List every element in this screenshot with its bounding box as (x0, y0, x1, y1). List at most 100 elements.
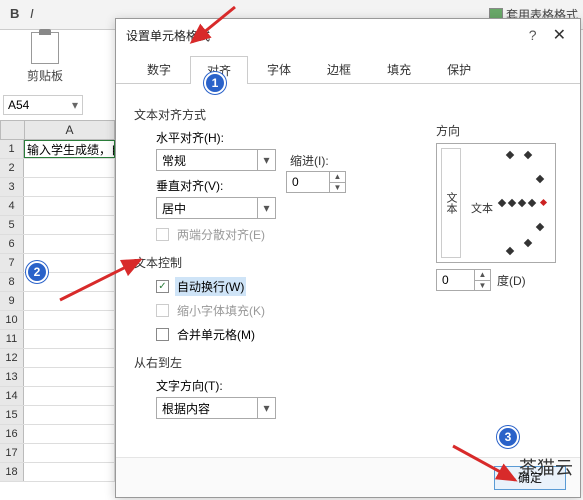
cell[interactable] (24, 425, 115, 443)
italic-icon[interactable]: I (30, 6, 34, 21)
name-box-input[interactable] (4, 98, 59, 112)
clipboard-group: 剪贴板 (5, 32, 85, 84)
merge-cells-checkbox[interactable]: 合并单元格(M) (156, 325, 562, 344)
orientation-arc[interactable]: 文本 (469, 152, 547, 254)
cell[interactable] (24, 349, 115, 367)
table-row: 4 (0, 197, 115, 216)
valign-label: 垂直对齐(V): (156, 179, 223, 193)
select-all-corner[interactable] (1, 121, 25, 139)
arc-center-label: 文本 (471, 200, 493, 216)
cell[interactable]: 输入学生成绩，自动 (24, 140, 115, 158)
table-row: 16 (0, 425, 115, 444)
section-text-alignment: 文本对齐方式 (134, 106, 562, 123)
row-header[interactable]: 8 (0, 273, 24, 291)
halign-label: 水平对齐(H): (156, 131, 224, 145)
degree-input[interactable] (437, 273, 477, 287)
chevron-down-icon[interactable]: ▾ (257, 398, 275, 418)
indent-input[interactable] (287, 175, 327, 189)
wrap-text-label: 自动换行(W) (175, 277, 246, 296)
cell[interactable] (24, 406, 115, 424)
chevron-down-icon[interactable]: ▾ (68, 98, 82, 112)
close-icon[interactable]: ✕ (549, 25, 570, 45)
clipboard-icon[interactable] (31, 32, 59, 64)
orientation-control[interactable]: 文本 文本 (436, 143, 556, 263)
help-icon[interactable]: ? (529, 27, 537, 43)
orientation-title: 方向 (436, 122, 564, 139)
valign-select[interactable]: 居中 ▾ (156, 197, 276, 219)
table-row: 13 (0, 368, 115, 387)
row-header[interactable]: 7 (0, 254, 24, 272)
table-row: 6 (0, 235, 115, 254)
table-row: 11 (0, 330, 115, 349)
row-header[interactable]: 3 (0, 178, 24, 196)
row-header[interactable]: 14 (0, 387, 24, 405)
tab-0[interactable]: 数字 (130, 55, 188, 83)
dialog-titlebar: 设置单元格格式 ? ✕ (116, 19, 580, 51)
textdir-select[interactable]: 根据内容 ▾ (156, 397, 276, 419)
dialog-title-text: 设置单元格格式 (126, 27, 529, 44)
halign-select[interactable]: 常规 ▾ (156, 149, 276, 171)
degree-spinner[interactable]: ▲ ▼ (436, 269, 491, 291)
dialog-body: 文本对齐方式 水平对齐(H): 常规 ▾ 缩进(I): 垂直对齐(V): 居中 … (116, 84, 580, 457)
table-row: 2 (0, 159, 115, 178)
row-header[interactable]: 15 (0, 406, 24, 424)
row-header[interactable]: 16 (0, 425, 24, 443)
cell[interactable] (24, 178, 115, 196)
table-row: 1输入学生成绩，自动 (0, 140, 115, 159)
spin-up-icon[interactable]: ▲ (329, 172, 345, 183)
row-header[interactable]: 5 (0, 216, 24, 234)
justify-distributed-label: 两端分散对齐(E) (175, 225, 267, 244)
table-row: 7 (0, 254, 115, 273)
table-row: 10 (0, 311, 115, 330)
indent-spinner[interactable]: ▲ ▼ (286, 171, 346, 193)
row-header[interactable]: 18 (0, 463, 24, 481)
bold-icon[interactable]: B (10, 6, 19, 21)
row-header[interactable]: 11 (0, 330, 24, 348)
cell[interactable] (24, 463, 115, 481)
halign-value: 常规 (162, 152, 186, 169)
row-header[interactable]: 13 (0, 368, 24, 386)
section-rtl: 从右到左 (134, 354, 562, 371)
cell[interactable] (24, 311, 115, 329)
table-row: 9 (0, 292, 115, 311)
vertical-text-button[interactable]: 文本 (441, 148, 461, 258)
column-header-a[interactable]: A (25, 121, 114, 139)
table-row: 5 (0, 216, 115, 235)
row-header[interactable]: 2 (0, 159, 24, 177)
cell[interactable] (24, 292, 115, 310)
spin-down-icon[interactable]: ▼ (474, 281, 490, 291)
table-row: 8 (0, 273, 115, 292)
checkbox-box (156, 304, 169, 317)
tab-2[interactable]: 字体 (250, 55, 308, 83)
row-header[interactable]: 9 (0, 292, 24, 310)
row-header[interactable]: 12 (0, 349, 24, 367)
row-header[interactable]: 10 (0, 311, 24, 329)
chevron-down-icon[interactable]: ▾ (257, 150, 275, 170)
cell[interactable] (24, 159, 115, 177)
cell[interactable] (24, 444, 115, 462)
textdir-value: 根据内容 (162, 400, 210, 417)
checkbox-box (156, 228, 169, 241)
cell[interactable] (24, 330, 115, 348)
name-box[interactable]: ▾ (3, 95, 83, 115)
table-row: 15 (0, 406, 115, 425)
cell[interactable] (24, 387, 115, 405)
rows-container: 1输入学生成绩，自动23456789101112131415161718 (0, 140, 115, 482)
chevron-down-icon[interactable]: ▾ (257, 198, 275, 218)
row-header[interactable]: 4 (0, 197, 24, 215)
cell[interactable] (24, 216, 115, 234)
row-header[interactable]: 17 (0, 444, 24, 462)
cell[interactable] (24, 368, 115, 386)
checkbox-box (156, 280, 169, 293)
cell[interactable] (24, 235, 115, 253)
tab-3[interactable]: 边框 (310, 55, 368, 83)
spin-up-icon[interactable]: ▲ (474, 270, 490, 281)
tab-5[interactable]: 保护 (430, 55, 488, 83)
orientation-panel: 方向 文本 文本 (436, 122, 564, 291)
spin-down-icon[interactable]: ▼ (329, 183, 345, 193)
row-header[interactable]: 6 (0, 235, 24, 253)
indent-label: 缩进(I): (290, 152, 329, 169)
row-header[interactable]: 1 (0, 140, 24, 158)
cell[interactable] (24, 197, 115, 215)
tab-4[interactable]: 填充 (370, 55, 428, 83)
